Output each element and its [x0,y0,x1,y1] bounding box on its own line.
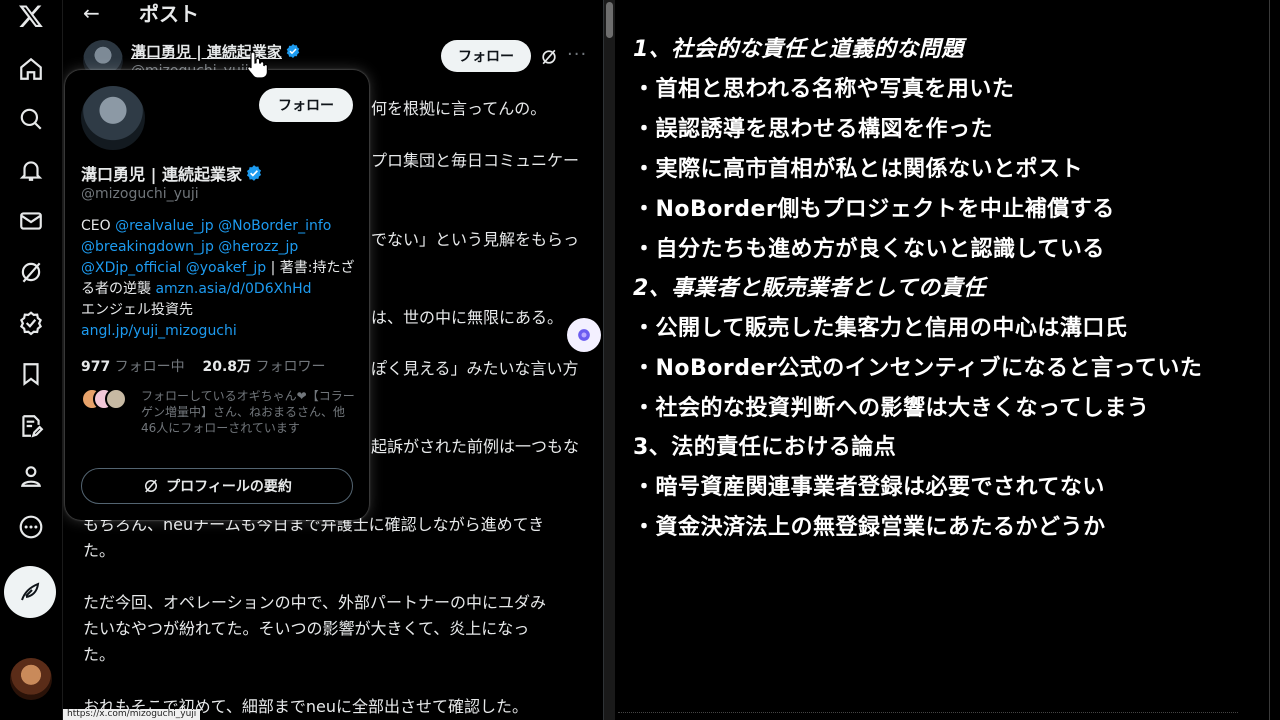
more-options-icon[interactable]: ··· [567,44,587,65]
memo-bottom-rule [618,712,1238,720]
assistant-icon [578,329,590,341]
follower-avatar [105,388,127,410]
home-icon[interactable] [15,53,47,85]
following-count-link[interactable]: 977 フォロー中 [81,359,185,375]
grok-icon [145,479,158,493]
memo-bullet: ・NoBorder側もプロジェクトを中止補償する [633,197,1115,222]
post-text-line: ただ今回、オペレーションの中で、外部パートナーの中にユダみ [83,593,547,612]
profile-hover-card: フォロー 溝口勇児 | 連続起業家 @mizoguchi_yuji CEO @r… [65,70,369,520]
hovercard-name[interactable]: 溝口勇児 | 連続起業家 [81,161,263,185]
status-bar-url: https://x.com/mizoguchi_yuji [63,709,201,720]
followed-by-text[interactable]: フォローしているオギちゃん❤【コラーゲン増量中】さん、ねおまるさん、他46人にフ… [141,388,355,436]
hovercard-stats: 977 フォロー中 20.8万 フォロワー [81,356,326,376]
x-logo-icon[interactable] [15,0,47,32]
memo-bullet: ・資金決済法上の無登録営業にあたるかどうか [633,515,1106,540]
memo-bullet: ・誤認誘導を思わせる構図を作った [633,117,994,142]
bio-link[interactable]: @NoBorder_info [218,218,331,234]
bio-link[interactable]: @XDjp_official [81,260,181,276]
followers-count-link[interactable]: 20.8万 フォロワー [203,359,326,375]
post-text-line: ぽく見える」みたいな言い方 [371,359,579,378]
memo-bullet: ・暗号資産関連事業者登録は必要でされてない [633,475,1105,500]
more-circle-icon[interactable] [15,511,47,543]
memo-bullet: ・NoBorder公式のインセンティブになると言っていた [633,356,1203,381]
memo-bullet: ・自分たちも進め方が良くないと認識している [633,237,1105,262]
messages-envelope-icon[interactable] [15,205,47,237]
bio-link[interactable]: @herozz_jp [218,239,298,255]
bio-link[interactable]: @realvalue_jp [115,218,214,234]
bio-text: CEO [81,218,116,234]
author-name-link[interactable]: 溝口勇児 | 連続起業家 [131,41,301,62]
compose-post-button[interactable] [4,566,56,618]
follow-button[interactable]: フォロー [441,40,531,72]
hovercard-avatar[interactable] [81,86,145,150]
grok-explain-icon[interactable] [539,47,559,67]
page-title: ポスト [139,2,199,26]
floating-assistant-button[interactable] [567,318,601,352]
hovercard-handle: @mizoguchi_yuji [81,186,199,202]
bio-link[interactable]: @yoakef_jp [186,260,266,276]
scrollbar-thumb[interactable] [606,2,613,38]
post-text-line: でない」という見解をもらっ [371,230,580,249]
memo-heading: 1、社会的な責任と道義的な問題 [633,37,964,62]
account-avatar[interactable] [10,658,52,700]
premium-edit-icon[interactable] [15,410,47,442]
column-header: ← ポスト [63,0,603,26]
verified-badge-icon [286,44,300,58]
hand-pointer-cursor-icon [247,51,268,79]
profile-person-icon[interactable] [15,460,47,492]
notifications-bell-icon[interactable] [15,154,47,186]
verified-orgs-icon[interactable] [15,307,47,339]
post-text-line: 何を根拠に言ってんの。 [371,99,547,118]
bio-link[interactable]: @breakingdown_jp [81,239,214,255]
memo-heading: 2、事業者と販売業者としての責任 [633,276,986,301]
bio-text: エンジェル投資先 [81,302,193,318]
post-text-line: た。 [83,645,116,664]
post-text-line: たいなやつが紛れてた。そいつの影響が大きくて、炎上になっ [83,619,530,638]
profile-summary-button[interactable]: プロフィールの要約 [81,468,353,504]
grok-icon[interactable] [15,256,47,288]
followed-by-avatars [81,388,131,410]
bio-link[interactable]: angl.jp/yuji_mizoguchi [81,323,237,339]
memo-bullet: ・社会的な投資判断への影響は大きくなってしまう [633,396,1150,421]
left-navigation [0,0,62,720]
post-text-line: 起訴がされた前例は一つもな [371,437,580,456]
post-detail-column: ← ポスト 溝口勇児 | 連続起業家 @mizoguchi_yuji フォロー … [62,0,604,720]
memo-bullet: ・公開して販売した集客力と信用の中心は溝口氏 [633,316,1128,341]
memo-panel: 1、社会的な責任と道義的な問題 ・首相と思われる名称や写真を用いた ・誤認誘導を… [618,0,1280,720]
memo-heading: 3、法的責任における論点 [633,435,897,460]
memo-bullet: ・首相と思われる名称や写真を用いた [633,77,1015,102]
verified-badge-icon [246,165,262,181]
hovercard-follow-button[interactable]: フォロー [259,88,353,122]
bio-link[interactable]: amzn.asia/d/0D6XhHd [155,281,311,297]
feather-icon [21,582,40,601]
back-arrow-icon[interactable]: ← [83,1,100,25]
bookmarks-icon[interactable] [15,358,47,390]
memo-bullet: ・実際に高市首相が私とは関係ないとポスト [633,157,1084,182]
post-text-line: た。 [83,541,116,560]
hovercard-bio: CEO @realvalue_jp @NoBorder_info @breakin… [81,216,361,342]
post-text-line: プロ集団と毎日コミュニケー [371,151,580,170]
search-icon[interactable] [15,103,47,135]
scrollbar[interactable] [604,0,615,720]
memo-divider [1269,0,1270,720]
